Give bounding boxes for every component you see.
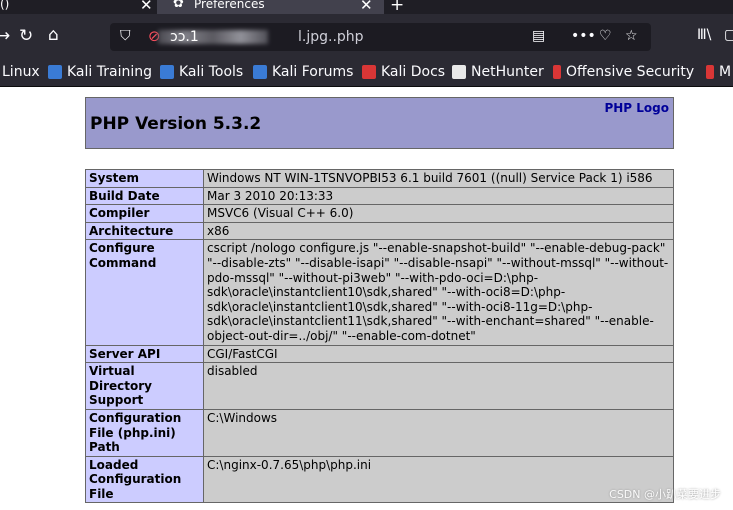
- bookmark-label: Offensive Security: [566, 64, 695, 80]
- row-key: System: [85, 169, 204, 188]
- row-key: Configure Command: [85, 239, 204, 346]
- close-tab-icon[interactable]: ✕: [140, 0, 153, 14]
- url-prefix: ɔɔ.1: [170, 29, 199, 45]
- table-row: Architecture x86: [85, 221, 674, 241]
- bookmark-kali-tools[interactable]: Kali Tools: [160, 64, 243, 80]
- bookmark-linux[interactable]: Linux: [2, 64, 40, 80]
- library-icon[interactable]: Ⅲ\: [697, 27, 711, 43]
- page-actions-icon[interactable]: •••: [571, 28, 596, 44]
- row-value: C:\nginx-0.7.65\php\php.ini: [203, 455, 674, 504]
- table-row: Virtual Directory Support disabled: [85, 362, 674, 410]
- shield-icon[interactable]: ⛉: [120, 28, 131, 44]
- row-value: x86: [203, 221, 674, 241]
- php-logo-alt-text[interactable]: PHP Logo: [604, 101, 669, 115]
- row-key: Compiler: [85, 204, 204, 223]
- row-value: MSVC6 (Visual C++ 6.0): [203, 204, 674, 223]
- bookmark-label: Kali Training: [67, 64, 152, 80]
- bookmarks-toolbar: Linux Kali Training Kali Tools Kali Foru…: [0, 60, 733, 87]
- offsec-icon: [553, 65, 561, 79]
- page-content: PHP Version 5.3.2 PHP Logo System Window…: [0, 87, 733, 510]
- row-value: disabled: [203, 362, 674, 410]
- php-info-table: System Windows NT WIN-1TSNVOPBI53 6.1 bu…: [85, 169, 674, 504]
- gear-icon: ✿: [173, 0, 184, 11]
- bookmark-offensive-security[interactable]: Offensive Security: [553, 64, 694, 80]
- bookmark-label: NetHunter: [471, 64, 544, 80]
- close-tab-icon[interactable]: ✕: [360, 0, 373, 14]
- row-value: Windows NT WIN-1TSNVOPBI53 6.1 build 760…: [203, 169, 674, 188]
- table-row: System Windows NT WIN-1TSNVOPBI53 6.1 bu…: [85, 169, 674, 188]
- row-value: CGI/FastCGI: [203, 344, 674, 364]
- bookmark-kali-forums[interactable]: Kali Forums: [253, 64, 353, 80]
- url-bar[interactable]: ⛉ ⊘ ɔɔ.1 l.jpg..php ▤ ••• ♡ ☆: [110, 23, 651, 51]
- nethunter-icon: [452, 65, 466, 79]
- bookmark-kali-docs[interactable]: Kali Docs: [362, 64, 445, 80]
- bookmark-star-icon[interactable]: ☆: [625, 28, 638, 44]
- php-version-header: PHP Version 5.3.2 PHP Logo: [85, 97, 674, 149]
- row-key: Architecture: [85, 221, 204, 241]
- url-text[interactable]: l.jpg..php: [298, 29, 364, 45]
- tab-strip: () ✕ ✿ Preferences ✕ +: [0, 0, 733, 14]
- kali-dragon-icon: [48, 65, 62, 79]
- kali-dragon-icon: [253, 65, 267, 79]
- bookmark-label: Kali Docs: [381, 64, 446, 80]
- kali-dragon-icon: [160, 65, 174, 79]
- bookmark-nethunter[interactable]: NetHunter: [452, 64, 544, 80]
- watermark: CSDN @小趴菜要进步: [609, 488, 721, 501]
- table-row: Compiler MSVC6 (Visual C++ 6.0): [85, 204, 674, 223]
- bookmark-kali-training[interactable]: Kali Training: [48, 64, 152, 80]
- docs-icon: [362, 65, 376, 79]
- row-key: Virtual Directory Support: [85, 362, 204, 410]
- table-row: Configuration File (php.ini) Path C:\Win…: [85, 408, 674, 457]
- row-key: Configuration File (php.ini) Path: [85, 408, 204, 457]
- bookmark-label: Linux: [2, 64, 40, 80]
- tab-preferences-title: Preferences: [194, 0, 265, 11]
- table-row: Build Date Mar 3 2010 20:13:33: [85, 186, 674, 206]
- home-icon[interactable]: ⌂: [48, 25, 59, 45]
- row-key: Loaded Configuration File: [85, 455, 204, 504]
- reload-icon[interactable]: ↻: [19, 26, 33, 46]
- table-row: Configure Command cscript /nologo config…: [85, 239, 674, 346]
- new-tab-plus-icon[interactable]: +: [390, 0, 404, 14]
- row-value: C:\Windows: [203, 408, 674, 457]
- row-value: Mar 3 2010 20:13:33: [203, 186, 674, 206]
- navigation-toolbar: → ↻ ⌂ ⛉ ⊘ ɔɔ.1 l.jpg..php ▤ ••• ♡ ☆ Ⅲ\ ▢: [0, 14, 733, 60]
- sidebar-icon[interactable]: ▢: [724, 27, 733, 43]
- table-row: Server API CGI/FastCGI: [85, 344, 674, 364]
- table-row: Loaded Configuration File C:\nginx-0.7.6…: [85, 455, 674, 504]
- row-key: Build Date: [85, 186, 204, 206]
- previous-tab-title[interactable]: (): [0, 0, 9, 11]
- page-title: PHP Version 5.3.2: [90, 114, 262, 134]
- pocket-icon[interactable]: ♡: [599, 28, 612, 44]
- tab-preferences[interactable]: [157, 0, 384, 14]
- reader-view-icon[interactable]: ▤: [532, 28, 545, 44]
- bookmark-label: M: [719, 64, 732, 80]
- bookmark-m[interactable]: M: [706, 64, 731, 80]
- offsec-icon: [706, 65, 714, 79]
- bookmark-label: Kali Tools: [179, 64, 244, 80]
- forward-arrow-icon[interactable]: →: [0, 26, 10, 46]
- row-value: cscript /nologo configure.js "--enable-s…: [203, 239, 674, 346]
- row-key: Server API: [85, 344, 204, 364]
- bookmark-label: Kali Forums: [272, 64, 354, 80]
